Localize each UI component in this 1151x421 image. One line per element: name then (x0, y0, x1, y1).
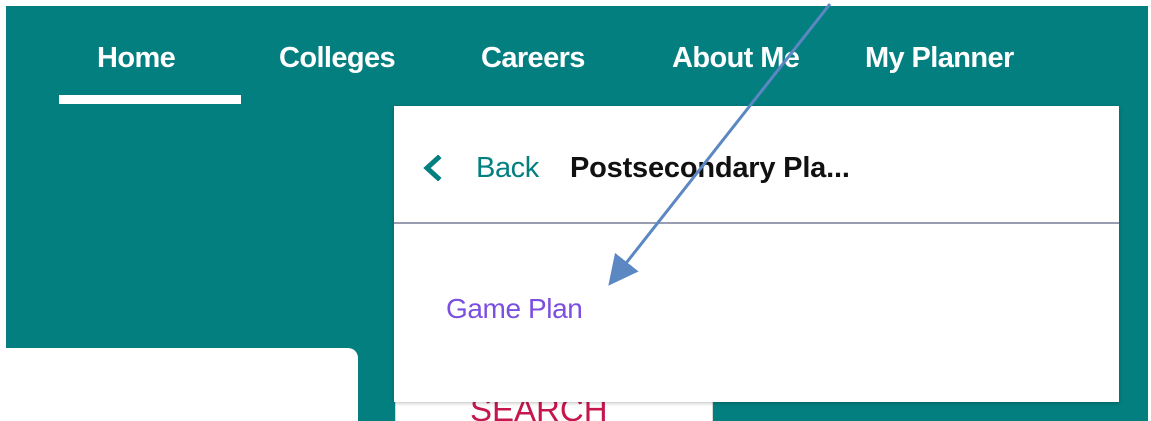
back-label: Back (476, 152, 539, 184)
dropdown-divider (394, 222, 1119, 224)
active-nav-indicator (59, 95, 241, 104)
chevron-left-icon (423, 155, 442, 181)
nav-item-my-planner[interactable]: My Planner (865, 40, 1014, 76)
nav-item-home[interactable]: Home (97, 40, 176, 76)
nav-item-careers[interactable]: Careers (481, 40, 585, 76)
menu-item-game-plan[interactable]: Game Plan (446, 291, 583, 327)
screenshot-stage: Home Colleges Careers About Me My Planne… (0, 0, 1151, 421)
nav-item-about-me[interactable]: About Me (672, 40, 800, 76)
dropdown-title: Postsecondary Pla... (570, 152, 850, 184)
planner-dropdown-menu: Back Postsecondary Pla... Game Plan (394, 106, 1119, 402)
nav-item-colleges[interactable]: Colleges (279, 40, 396, 76)
dropdown-back-button[interactable]: Back Postsecondary Pla... (394, 106, 1119, 223)
background-card-left (6, 348, 358, 421)
